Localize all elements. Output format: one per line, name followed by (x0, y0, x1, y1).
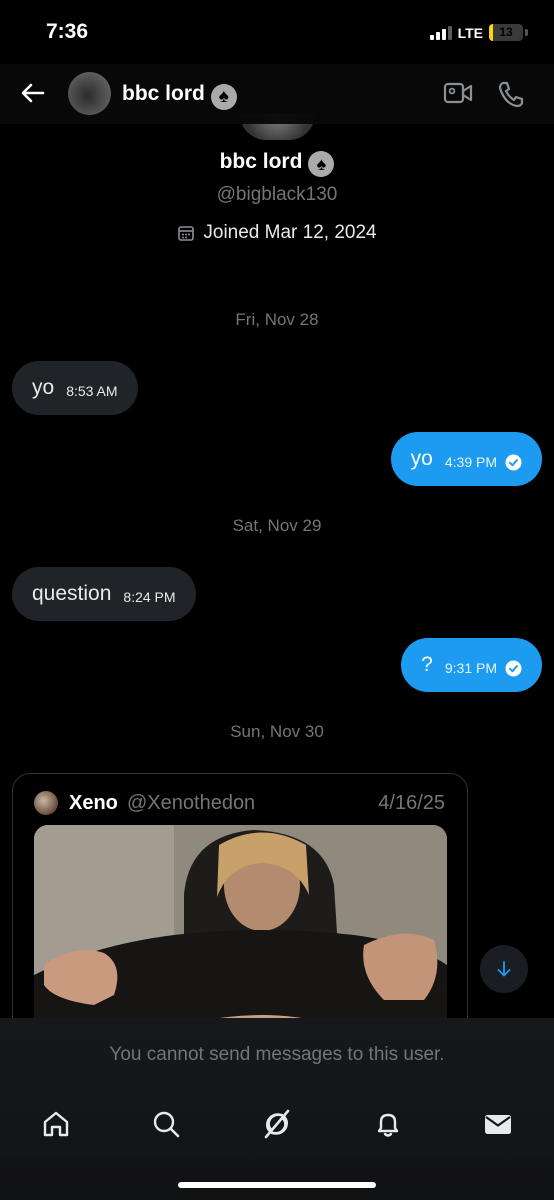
phone-call-icon[interactable] (496, 80, 526, 108)
arrow-down-icon (497, 961, 511, 977)
battery-icon: 13 (489, 24, 523, 41)
back-button[interactable] (18, 78, 48, 108)
profile-joined: Joined Mar 12, 2024 (0, 222, 554, 244)
message-time: 9:31 PM (444, 660, 497, 676)
status-bar: 7:36 LTE 13 (0, 0, 554, 64)
date-separator: Fri, Nov 28 (235, 310, 319, 329)
header-title[interactable]: bbc lord ♠ (122, 82, 237, 110)
back-arrow-icon (21, 83, 45, 103)
profile-name-row: bbc lord ♠ (0, 150, 554, 177)
tab-messages[interactable] (478, 1104, 518, 1144)
tab-home[interactable] (36, 1104, 76, 1144)
date-separator: Sun, Nov 30 (230, 722, 324, 741)
joined-date: Joined Mar 12, 2024 (203, 222, 377, 243)
status-time: 7:36 (46, 20, 89, 43)
profile-handle[interactable]: @bigblack130 (0, 184, 554, 206)
tab-search[interactable] (146, 1104, 186, 1144)
bottom-panel: You cannot send messages to this user. (0, 1018, 554, 1200)
battery-cap (525, 29, 528, 36)
video-call-icon[interactable] (443, 80, 473, 106)
tab-grok[interactable] (257, 1104, 297, 1144)
tab-bar (0, 1104, 554, 1146)
message-time: 8:53 AM (66, 383, 118, 399)
home-indicator (178, 1182, 376, 1188)
status-indicators: LTE 13 (429, 24, 528, 41)
profile-name: bbc lord (219, 150, 303, 173)
cannot-message-notice: You cannot send messages to this user. (109, 1044, 445, 1065)
message-time: 4:39 PM (444, 454, 497, 470)
shared-post-card[interactable]: Xeno @Xenothedon 4/16/25 (12, 773, 468, 1053)
message-text: question (32, 582, 112, 605)
message-text: yo (410, 447, 433, 470)
notifications-icon (377, 1113, 399, 1137)
scroll-to-bottom-button[interactable] (480, 945, 528, 993)
calendar-icon (178, 226, 195, 241)
avatar[interactable] (68, 72, 111, 115)
signal-icon (429, 25, 452, 40)
message-bubble-incoming[interactable]: yo 8:53 AM (12, 361, 138, 415)
header-name: bbc lord (122, 82, 205, 105)
tab-notifications[interactable] (368, 1104, 408, 1144)
spade-emoji: ♠ (308, 151, 335, 177)
message-bubble-outgoing[interactable]: ? 9:31 PM (401, 638, 542, 692)
spade-emoji: ♠ (210, 84, 237, 110)
message-bubble-incoming[interactable]: question 8:24 PM (12, 567, 196, 621)
battery-percent: 13 (499, 25, 513, 39)
messages-icon (485, 1115, 511, 1134)
network-type: LTE (457, 24, 483, 41)
message-time: 8:24 PM (123, 589, 176, 605)
message-text: ? (421, 653, 433, 676)
read-check-icon (505, 454, 522, 470)
read-check-icon (505, 660, 522, 676)
grok-icon (264, 1109, 290, 1139)
post-author-handle: @Xenothedon (127, 792, 256, 814)
message-text: yo (32, 376, 55, 399)
home-icon (43, 1111, 69, 1137)
message-bubble-outgoing[interactable]: yo 4:39 PM (390, 432, 542, 486)
post-author-name: Xeno (69, 792, 118, 814)
search-icon (153, 1111, 180, 1138)
date-separator: Sat, Nov 29 (232, 516, 322, 535)
conversation-header: bbc lord ♠ (0, 64, 554, 124)
post-author-avatar (34, 791, 58, 815)
post-date: 4/16/25 (378, 792, 445, 814)
